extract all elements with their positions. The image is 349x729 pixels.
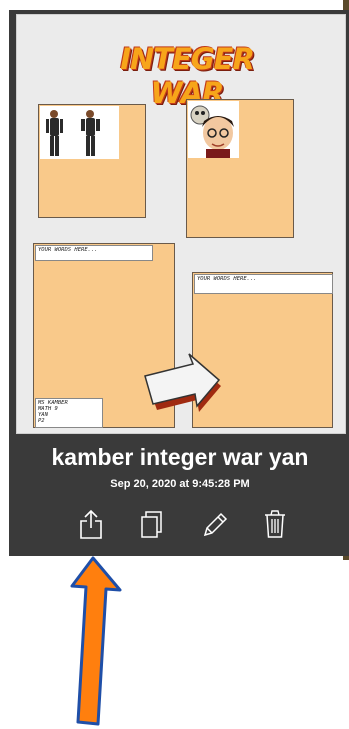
delete-button[interactable] — [263, 508, 289, 540]
credits-box: MS KAMBER MATH 9 YAN P2 — [35, 398, 103, 428]
characters-image — [40, 106, 119, 159]
edit-button[interactable] — [200, 508, 228, 540]
project-title: kamber integer war yan — [51, 444, 309, 470]
trash-icon — [265, 510, 285, 538]
credit-line: P2 — [38, 418, 45, 424]
duplicate-icon — [141, 511, 162, 538]
speech-caption[interactable]: YOUR WORDS HERE... — [35, 245, 153, 261]
comic-arrow-icon — [144, 353, 221, 412]
share-icon — [80, 509, 102, 539]
duplicate-button[interactable] — [139, 508, 165, 540]
comic-panel-2 — [186, 99, 294, 238]
character-portrait — [188, 101, 239, 158]
comic-panel-1 — [38, 104, 146, 218]
share-button[interactable] — [78, 508, 104, 540]
edit-icon — [203, 512, 228, 537]
project-date: Sep 20, 2020 at 9:45:28 PM — [110, 478, 250, 490]
pointer-arrow-icon — [70, 556, 122, 726]
speech-caption[interactable]: YOUR WORDS HERE... — [194, 274, 333, 294]
